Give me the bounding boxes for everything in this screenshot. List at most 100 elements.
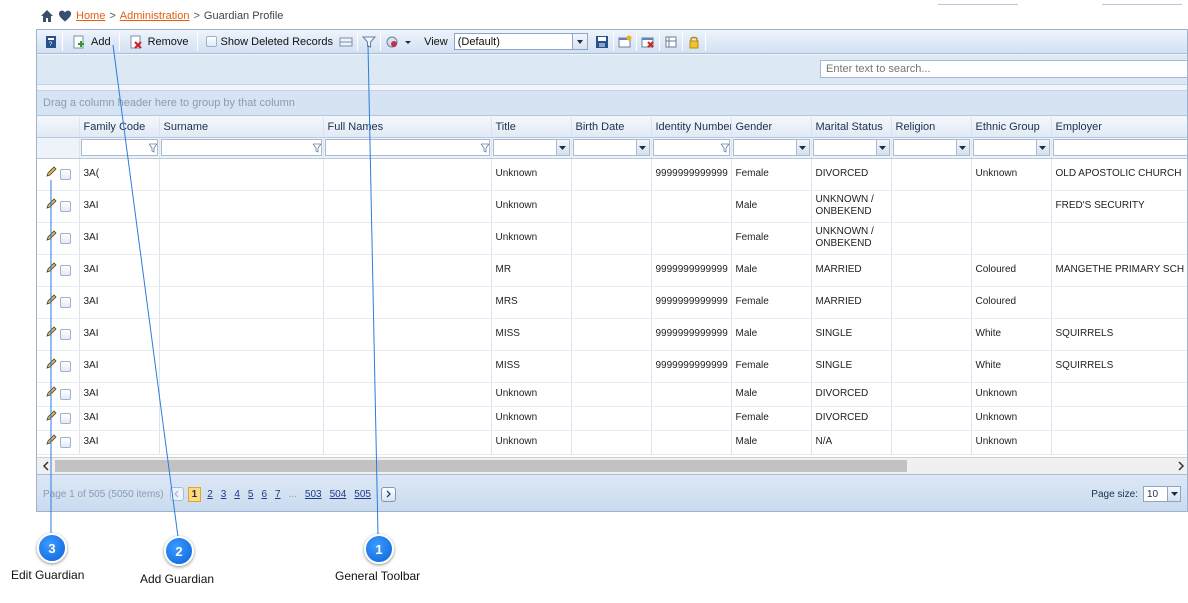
table-row[interactable]: 3AI Unknown Female UNKNOWN / ONBEKEND xyxy=(37,222,1187,255)
row-select-checkbox[interactable] xyxy=(60,388,71,400)
group-by-panel[interactable]: Drag a column header here to group by th… xyxy=(37,90,1187,116)
save-view-icon[interactable] xyxy=(594,34,610,50)
remove-button[interactable]: Remove xyxy=(123,32,194,52)
page-link[interactable]: 7 xyxy=(275,489,281,500)
page-link[interactable]: 5 xyxy=(248,489,254,500)
lock-icon[interactable] xyxy=(686,34,702,50)
ethnic-group-filter-select[interactable] xyxy=(972,139,1050,156)
row-select-checkbox[interactable] xyxy=(60,200,71,212)
family-code-filter-input[interactable] xyxy=(80,139,158,156)
next-page-button[interactable] xyxy=(380,486,396,502)
help-book-icon[interactable]: ? xyxy=(43,34,59,50)
view-select[interactable]: (Default) xyxy=(453,33,588,50)
column-header-marital-status[interactable]: Marital Status xyxy=(811,117,892,138)
column-header-full-names[interactable]: Full Names xyxy=(323,117,492,138)
gender-filter-select[interactable] xyxy=(732,139,810,156)
filter-icon[interactable] xyxy=(480,141,490,155)
table-row[interactable]: 3A( Unknown 9999999999999 Female DIVORCE… xyxy=(37,158,1187,191)
column-header-employer[interactable]: Employer xyxy=(1051,117,1187,138)
chevron-down-icon[interactable] xyxy=(571,34,587,49)
marital-status-filter-select[interactable] xyxy=(812,139,890,156)
search-input[interactable] xyxy=(820,60,1187,78)
chevron-down-icon[interactable] xyxy=(875,140,889,155)
chevron-down-icon[interactable] xyxy=(1167,487,1180,501)
row-select-checkbox[interactable] xyxy=(60,328,71,340)
surname-filter-input[interactable] xyxy=(160,139,322,156)
column-header-identity-number[interactable]: Identity Number xyxy=(651,117,732,138)
edit-pencil-icon[interactable] xyxy=(45,326,57,342)
edit-pencil-icon[interactable] xyxy=(45,230,57,246)
table-row[interactable]: 3AI Unknown Male DIVORCED Unknown xyxy=(37,382,1187,407)
delete-view-icon[interactable] xyxy=(640,34,656,50)
edit-pencil-icon[interactable] xyxy=(45,262,57,278)
page-link[interactable]: 4 xyxy=(234,489,240,500)
chevron-down-icon[interactable] xyxy=(1035,140,1049,155)
table-row[interactable]: 3AI MISS 9999999999999 Male SINGLE White… xyxy=(37,318,1187,351)
table-row[interactable]: 3AI MISS 9999999999999 Female SINGLE Whi… xyxy=(37,350,1187,383)
page-link[interactable]: 2 xyxy=(207,489,213,500)
full-names-filter-input[interactable] xyxy=(324,139,490,156)
column-chooser-icon[interactable] xyxy=(663,34,679,50)
column-header-family-code[interactable]: Family Code xyxy=(79,117,160,138)
page-link[interactable]: 503 xyxy=(305,489,322,500)
chevron-down-icon[interactable] xyxy=(955,140,969,155)
home-icon[interactable] xyxy=(40,9,54,23)
birth-date-filter-select[interactable] xyxy=(572,139,650,156)
show-deleted-checkbox[interactable] xyxy=(205,36,217,47)
religion-filter-select[interactable] xyxy=(892,139,970,156)
filter-icon[interactable] xyxy=(312,141,322,155)
table-row[interactable]: 3AI Unknown Male N/A Unknown xyxy=(37,430,1187,455)
column-header-religion[interactable]: Religion xyxy=(891,117,972,138)
previous-page-button[interactable] xyxy=(169,487,184,501)
column-header-title[interactable]: Title xyxy=(491,117,572,138)
scrollbar-thumb[interactable] xyxy=(55,460,907,472)
chevron-down-icon[interactable] xyxy=(795,140,809,155)
page-link[interactable]: 3 xyxy=(221,489,227,500)
page-size-select[interactable]: 10 xyxy=(1143,486,1181,502)
page-link[interactable]: 6 xyxy=(261,489,267,500)
breadcrumb-home-link[interactable]: Home xyxy=(76,10,105,22)
row-select-checkbox[interactable] xyxy=(60,412,71,424)
row-select-checkbox[interactable] xyxy=(60,232,71,244)
scroll-right-arrow-icon[interactable] xyxy=(1172,458,1187,474)
table-row[interactable]: 3AI Unknown Male UNKNOWN / ONBEKEND FRED… xyxy=(37,190,1187,223)
row-select-checkbox[interactable] xyxy=(60,360,71,372)
filter-icon[interactable] xyxy=(361,34,377,50)
breadcrumb-administration-link[interactable]: Administration xyxy=(120,10,190,22)
scroll-left-arrow-icon[interactable] xyxy=(37,458,54,474)
title-filter-select[interactable] xyxy=(492,139,570,156)
column-header-surname[interactable]: Surname xyxy=(159,117,324,138)
table-row[interactable]: 3AI Unknown Female DIVORCED Unknown xyxy=(37,406,1187,431)
column-header-ethnic-group[interactable]: Ethnic Group xyxy=(971,117,1052,138)
favorite-heart-icon[interactable] xyxy=(58,9,72,23)
current-page[interactable]: 1 xyxy=(187,486,202,502)
edit-pencil-icon[interactable] xyxy=(45,386,57,402)
edit-pencil-icon[interactable] xyxy=(45,198,57,214)
identity-number-filter-input[interactable] xyxy=(652,139,730,156)
column-header-gender[interactable]: Gender xyxy=(731,117,812,138)
chevron-down-icon[interactable] xyxy=(555,140,569,155)
column-header-birth-date[interactable]: Birth Date xyxy=(571,117,652,138)
add-button[interactable]: Add xyxy=(66,32,116,52)
filter-icon[interactable] xyxy=(720,141,730,155)
print-settings-icon[interactable] xyxy=(384,34,400,50)
horizontal-scrollbar[interactable] xyxy=(37,457,1187,474)
chevron-down-icon[interactable] xyxy=(635,140,649,155)
filter-icon[interactable] xyxy=(148,141,158,155)
row-select-checkbox[interactable] xyxy=(60,264,71,276)
show-deleted-records-toggle[interactable]: Show Deleted Records xyxy=(201,32,339,52)
table-row[interactable]: 3AI MRS 9999999999999 Female MARRIED Col… xyxy=(37,286,1187,319)
new-view-icon[interactable] xyxy=(617,34,633,50)
page-link[interactable]: 504 xyxy=(330,489,347,500)
chevron-down-icon[interactable] xyxy=(400,34,416,50)
employer-filter-input[interactable] xyxy=(1052,139,1187,156)
edit-pencil-icon[interactable] xyxy=(45,294,57,310)
row-select-checkbox[interactable] xyxy=(60,168,71,180)
edit-pencil-icon[interactable] xyxy=(45,410,57,426)
layout-icon[interactable] xyxy=(338,34,354,50)
row-select-checkbox[interactable] xyxy=(60,296,71,308)
edit-pencil-icon[interactable] xyxy=(45,358,57,374)
edit-pencil-icon[interactable] xyxy=(45,166,57,182)
row-select-checkbox[interactable] xyxy=(60,436,71,448)
page-link[interactable]: 505 xyxy=(354,489,371,500)
